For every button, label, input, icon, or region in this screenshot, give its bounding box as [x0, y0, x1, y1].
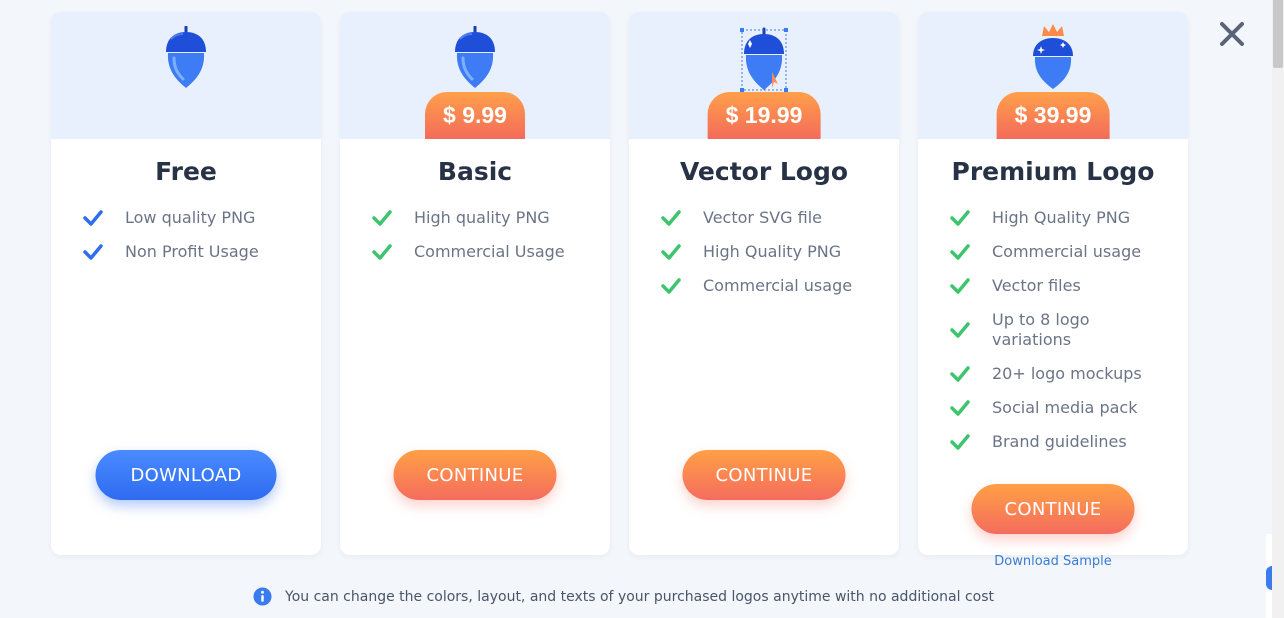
card-header: $ 9.99 — [340, 12, 610, 139]
check-icon — [372, 210, 392, 226]
feature-item: Non Profit Usage — [83, 242, 303, 262]
feature-label: Low quality PNG — [125, 208, 256, 227]
feature-label: Social media pack — [992, 398, 1138, 417]
check-icon — [950, 400, 970, 416]
footer-note: You can change the colors, layout, and t… — [253, 587, 994, 606]
plan-card-basic: $ 9.99 Basic High quality PNG Commercial… — [340, 12, 610, 555]
feature-label: Commercial usage — [703, 276, 853, 295]
background-chat-bubble — [1266, 566, 1272, 590]
continue-button[interactable]: CONTINUE — [971, 484, 1135, 534]
feature-label: Commercial Usage — [414, 242, 565, 261]
close-icon — [1220, 22, 1244, 46]
feature-label: Brand guidelines — [992, 432, 1127, 451]
feature-label: High quality PNG — [414, 208, 550, 227]
feature-label: High Quality PNG — [703, 242, 842, 261]
feature-list: High quality PNG Commercial Usage — [372, 208, 592, 276]
continue-button[interactable]: CONTINUE — [393, 450, 557, 500]
card-header — [51, 12, 321, 139]
feature-label: Vector files — [992, 276, 1081, 295]
crowned-acorn-icon — [1033, 24, 1073, 89]
feature-item: Brand guidelines — [950, 432, 1164, 452]
feature-list: High Quality PNG Commercial usage Vector… — [950, 208, 1164, 466]
feature-item: High quality PNG — [372, 208, 592, 228]
continue-button[interactable]: CONTINUE — [682, 450, 846, 500]
plan-name: Free — [155, 157, 217, 186]
check-icon — [950, 278, 970, 294]
scrollbar-track[interactable] — [1272, 0, 1284, 618]
vector-acorn-icon — [740, 27, 788, 92]
feature-item: Commercial usage — [661, 276, 881, 296]
feature-list: Vector SVG file High Quality PNG Commerc… — [661, 208, 881, 310]
check-icon — [661, 210, 681, 226]
feature-label: Non Profit Usage — [125, 242, 259, 261]
plan-card-vector-logo: $ 19.99 Vector Logo Vector SVG file High… — [629, 12, 899, 555]
card-header: $ 19.99 — [629, 12, 899, 139]
feature-item: Commercial usage — [950, 242, 1164, 262]
plan-name: Basic — [437, 157, 513, 186]
acorn-icon — [166, 26, 206, 88]
plan-name: Vector Logo — [679, 157, 849, 186]
feature-label: Up to 8 logo variations — [992, 310, 1090, 349]
feature-label: Vector SVG file — [703, 208, 823, 227]
check-icon — [83, 210, 103, 226]
info-icon — [253, 587, 272, 606]
check-icon — [950, 366, 970, 382]
check-icon — [950, 434, 970, 450]
feature-item: Commercial Usage — [372, 242, 592, 262]
scrollbar-thumb[interactable] — [1273, 0, 1283, 68]
check-icon — [950, 244, 970, 260]
feature-item: 20+ logo mockups — [950, 364, 1164, 384]
check-icon — [83, 244, 103, 260]
plan-card-premium-logo: $ 39.99 Premium Logo High Quality PNG Co… — [918, 12, 1188, 555]
feature-item: High Quality PNG — [950, 208, 1164, 228]
close-button[interactable] — [1216, 18, 1248, 50]
plan-card-free: Free Low quality PNG Non Profit Usage DO… — [51, 12, 321, 555]
feature-item: Social media pack — [950, 398, 1164, 418]
feature-item: Up to 8 logo variations — [950, 310, 1164, 350]
price-tag: $ 19.99 — [707, 92, 821, 139]
acorn-icon — [455, 26, 495, 88]
check-icon — [950, 210, 970, 226]
feature-item: Low quality PNG — [83, 208, 303, 228]
feature-label: High Quality PNG — [992, 208, 1131, 227]
feature-label: Commercial usage — [992, 242, 1142, 261]
check-icon — [661, 244, 681, 260]
download-sample-link[interactable]: Download Sample — [918, 554, 1188, 569]
feature-list: Low quality PNG Non Profit Usage — [83, 208, 303, 276]
price-tag: $ 9.99 — [425, 92, 525, 139]
feature-item: High Quality PNG — [661, 242, 881, 262]
check-icon — [661, 278, 681, 294]
download-button[interactable]: DOWNLOAD — [95, 450, 277, 500]
price-tag: $ 39.99 — [996, 92, 1110, 139]
card-header: $ 39.99 — [918, 12, 1188, 139]
feature-label: 20+ logo mockups — [992, 364, 1142, 383]
check-icon — [950, 322, 970, 338]
plan-name: Premium Logo — [951, 157, 1155, 186]
footer-text: You can change the colors, layout, and t… — [285, 588, 995, 605]
feature-item: Vector files — [950, 276, 1164, 296]
check-icon — [372, 244, 392, 260]
feature-item: Vector SVG file — [661, 208, 881, 228]
